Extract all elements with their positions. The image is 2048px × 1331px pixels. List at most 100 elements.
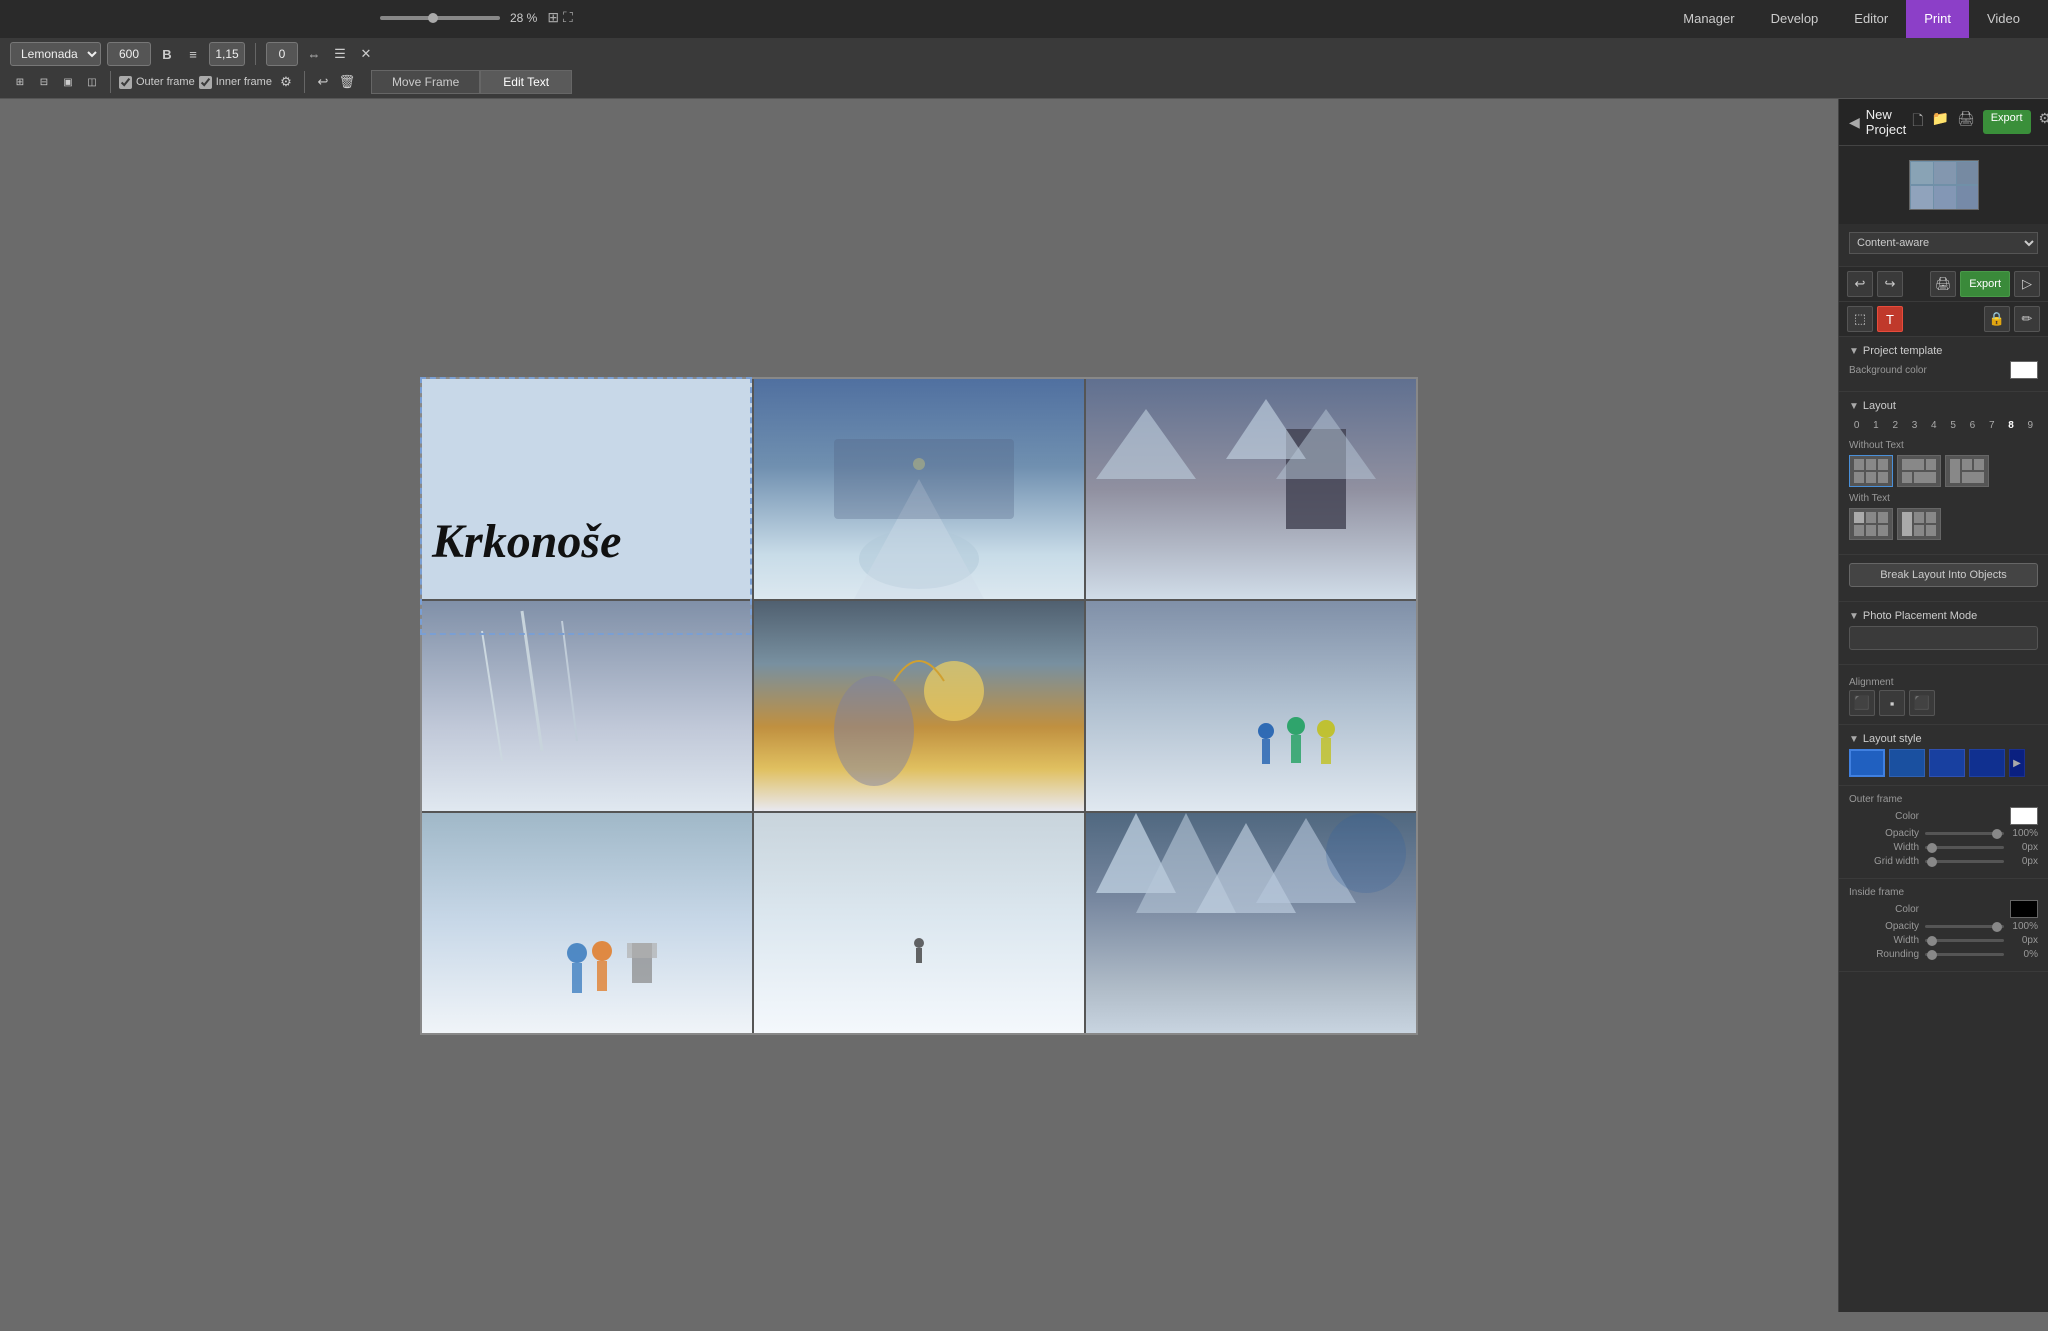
new-file-icon[interactable]: 🗋 [1912,110,1923,134]
nav-item-print[interactable]: Print [1906,0,1969,38]
layout-num-2[interactable]: 2 [1888,416,1903,434]
project-thumbnail[interactable] [1909,160,1979,210]
inner-frame-checkbox[interactable] [199,76,212,89]
project-template-expand[interactable]: ▼ Project template [1849,345,2038,357]
photo-cell-3[interactable] [1086,379,1416,599]
expand-icon[interactable]: ⊞ ⛶ [547,9,572,26]
inside-opacity-thumb[interactable] [1992,922,2002,932]
panel-export-icon[interactable]: Export [1960,271,2010,297]
nav-item-video[interactable]: Video [1969,0,2038,38]
outer-frame-checkbox[interactable] [119,76,132,89]
photo-cell-7[interactable] [422,813,752,1033]
folder-icon[interactable]: 📁 [1932,110,1949,134]
photo-cell-text[interactable]: Krkonoše [422,379,752,599]
layout-num-5[interactable]: 5 [1945,416,1960,434]
layout-option-3[interactable] [1945,455,1989,487]
layout-style-more[interactable]: ▶ [2009,749,2025,777]
line-height-input[interactable] [209,42,245,66]
placement-mode-selector[interactable] [1849,626,2038,650]
layout-num-7[interactable]: 7 [1984,416,1999,434]
layout-expand[interactable]: ▼ Layout [1849,400,2038,412]
outer-width-thumb[interactable] [1927,843,1937,853]
photo-cell-8[interactable] [754,813,1084,1033]
outer-width-slider[interactable] [1925,846,2004,849]
bold-icon[interactable]: B [157,44,177,64]
move-frame-button[interactable]: Move Frame [371,70,480,94]
layout-option-1[interactable] [1849,455,1893,487]
grid-icon1[interactable]: ⊞ [10,72,30,92]
panel-redo-icon[interactable]: ↪ [1877,271,1903,297]
panel-text-icon[interactable]: T [1877,306,1903,332]
panel-print-icon[interactable]: 🖨 [1930,271,1956,297]
grid-icon2[interactable]: ⊟ [34,72,54,92]
layout-style-swatches: ▶ [1849,749,2038,777]
layout-num-3[interactable]: 3 [1907,416,1922,434]
background-color-swatch[interactable] [2010,361,2038,379]
nav-item-develop[interactable]: Develop [1753,0,1837,38]
photo-cell-5[interactable] [754,601,1084,811]
outer-gridwidth-thumb[interactable] [1927,857,1937,867]
layout-num-0[interactable]: 0 [1849,416,1864,434]
layout-style-1[interactable] [1849,749,1885,777]
distribute-icon[interactable]: ☰ [330,44,350,64]
frame-icon1[interactable]: ▣ [58,72,78,92]
photo-cell-9[interactable] [1086,813,1416,1033]
inside-width-thumb[interactable] [1927,936,1937,946]
align-right-icon[interactable]: ⬛ [1909,690,1935,716]
inside-width-slider[interactable] [1925,939,2004,942]
undo-icon[interactable]: ↩ [313,72,333,92]
content-aware-select[interactable]: Content-aware [1849,232,2038,254]
layout-option-text-2[interactable] [1897,508,1941,540]
panel-undo-icon[interactable]: ↩ [1847,271,1873,297]
layout-num-4[interactable]: 4 [1926,416,1941,434]
inside-rounding-slider[interactable] [1925,953,2004,956]
panel-more-icon[interactable]: ▷ [2014,271,2040,297]
outer-gridwidth-slider[interactable] [1925,860,2004,863]
photo-cell-2[interactable] [754,379,1084,599]
export-button[interactable]: Export [1983,110,2031,134]
layout-option-text-1[interactable] [1849,508,1893,540]
layout-style-3[interactable] [1929,749,1965,777]
panel-lock-icon[interactable]: 🔒 [1984,306,2010,332]
photo-cell-6[interactable] [1086,601,1416,811]
frame-icon2[interactable]: ◫ [82,72,102,92]
outer-opacity-slider[interactable] [1925,832,2004,835]
font-selector[interactable]: Lemonada [10,42,101,66]
layout-num-8[interactable]: 8 [2003,416,2018,434]
print-icon[interactable]: 🖨 [1957,110,1975,134]
redo-icon[interactable]: 🗑 [337,72,357,92]
inside-color-swatch[interactable] [2010,900,2038,918]
panel-tool-icons-row: ↩ ↪ 🖨 Export ▷ [1839,267,2048,302]
layout-style-4[interactable] [1969,749,2005,777]
layout-num-9[interactable]: 9 [2023,416,2038,434]
panel-pen-icon[interactable]: ✏ [2014,306,2040,332]
rotation-input[interactable] [266,42,298,66]
line-height-icon[interactable]: ≡ [183,44,203,64]
break-layout-button[interactable]: Break Layout Into Objects [1849,563,2038,587]
align-center-icon[interactable]: ▪ [1879,690,1905,716]
layout-style-expand[interactable]: ▼ Layout style [1849,733,2038,745]
settings-panel-icon[interactable]: ⚙ [2039,110,2048,134]
layout-num-6[interactable]: 6 [1965,416,1980,434]
outer-color-swatch[interactable] [2010,807,2038,825]
layout-option-2[interactable] [1897,455,1941,487]
layout-style-2[interactable] [1889,749,1925,777]
font-size-input[interactable] [107,42,151,66]
zoom-slider-track[interactable] [380,16,500,20]
layout-num-1[interactable]: 1 [1868,416,1883,434]
photo-cell-4[interactable] [422,601,752,811]
placement-expand[interactable]: ▼ Photo Placement Mode [1849,610,2038,622]
close-icon[interactable]: ✕ [356,44,376,64]
inside-opacity-slider[interactable] [1925,925,2004,928]
align-left-icon[interactable]: ⬛ [1849,690,1875,716]
nav-item-editor[interactable]: Editor [1836,0,1906,38]
edit-text-button[interactable]: Edit Text [480,70,572,94]
inside-rounding-thumb[interactable] [1927,950,1937,960]
panel-photo-icon[interactable]: ⬚ [1847,306,1873,332]
settings-icon[interactable]: ⚙ [276,72,296,92]
align-icon[interactable]: ⇔ [304,44,324,64]
inside-rounding-label: Rounding [1849,949,1919,960]
nav-item-manager[interactable]: Manager [1665,0,1752,38]
back-arrow-icon[interactable]: ◀ [1849,114,1860,131]
outer-opacity-thumb[interactable] [1992,829,2002,839]
